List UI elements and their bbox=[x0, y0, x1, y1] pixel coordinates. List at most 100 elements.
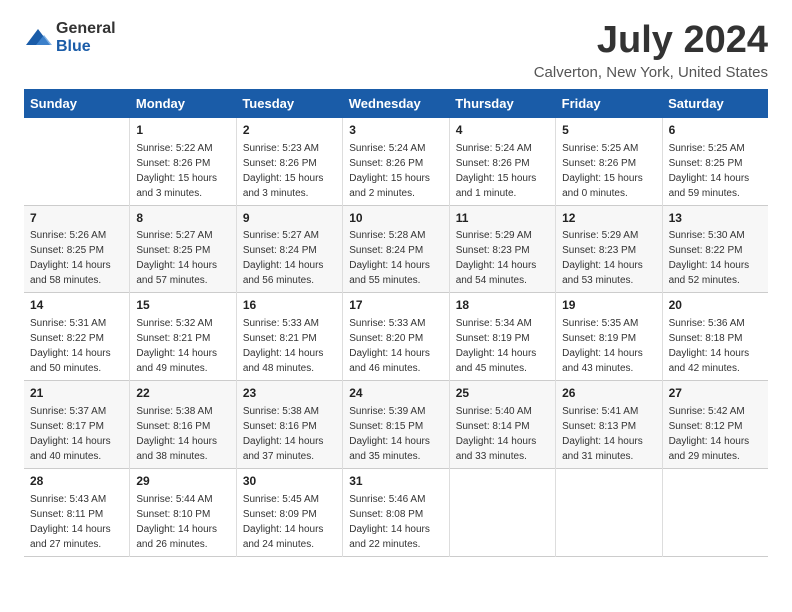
cell-text: Daylight: 14 hours bbox=[30, 346, 123, 361]
cell-text: Sunset: 8:09 PM bbox=[243, 507, 336, 522]
day-number: 1 bbox=[136, 122, 229, 139]
cell-text: Sunrise: 5:29 AM bbox=[562, 228, 655, 243]
day-number: 13 bbox=[669, 210, 762, 227]
subtitle: Calverton, New York, United States bbox=[534, 64, 768, 81]
cell-text: and 35 minutes. bbox=[349, 449, 442, 464]
cell-text: Daylight: 15 hours bbox=[243, 171, 336, 186]
cell-text: Sunrise: 5:29 AM bbox=[456, 228, 549, 243]
day-number: 15 bbox=[136, 297, 229, 314]
cell-text: Daylight: 15 hours bbox=[562, 171, 655, 186]
cell-week4-day0: 21Sunrise: 5:37 AMSunset: 8:17 PMDayligh… bbox=[24, 381, 130, 469]
cell-text: and 22 minutes. bbox=[349, 537, 442, 552]
cell-week4-day4: 25Sunrise: 5:40 AMSunset: 8:14 PMDayligh… bbox=[449, 381, 555, 469]
cell-text: Daylight: 14 hours bbox=[136, 346, 229, 361]
day-number: 14 bbox=[30, 297, 123, 314]
day-number: 10 bbox=[349, 210, 442, 227]
day-number: 5 bbox=[562, 122, 655, 139]
cell-week1-day2: 2Sunrise: 5:23 AMSunset: 8:26 PMDaylight… bbox=[236, 118, 342, 205]
cell-text: Daylight: 14 hours bbox=[349, 258, 442, 273]
cell-text: Sunset: 8:21 PM bbox=[136, 331, 229, 346]
cell-text: Daylight: 14 hours bbox=[243, 346, 336, 361]
cell-text: and 55 minutes. bbox=[349, 273, 442, 288]
cell-text: Daylight: 14 hours bbox=[243, 258, 336, 273]
cell-text: Sunrise: 5:27 AM bbox=[136, 228, 229, 243]
cell-text: Sunrise: 5:26 AM bbox=[30, 228, 123, 243]
cell-text: and 56 minutes. bbox=[243, 273, 336, 288]
cell-text: Sunrise: 5:35 AM bbox=[562, 316, 655, 331]
cell-text: Sunrise: 5:34 AM bbox=[456, 316, 549, 331]
cell-text: and 40 minutes. bbox=[30, 449, 123, 464]
day-number: 22 bbox=[136, 385, 229, 402]
cell-text: Sunset: 8:26 PM bbox=[243, 156, 336, 171]
cell-text: and 27 minutes. bbox=[30, 537, 123, 552]
cell-text: Sunset: 8:24 PM bbox=[349, 243, 442, 258]
day-number: 9 bbox=[243, 210, 336, 227]
cell-text: and 48 minutes. bbox=[243, 361, 336, 376]
cell-week1-day3: 3Sunrise: 5:24 AMSunset: 8:26 PMDaylight… bbox=[343, 118, 449, 205]
cell-text: Sunrise: 5:37 AM bbox=[30, 404, 123, 419]
cell-text: and 50 minutes. bbox=[30, 361, 123, 376]
cell-week1-day4: 4Sunrise: 5:24 AMSunset: 8:26 PMDaylight… bbox=[449, 118, 555, 205]
cell-text: and 3 minutes. bbox=[136, 186, 229, 201]
cell-text: Sunset: 8:19 PM bbox=[456, 331, 549, 346]
day-number: 27 bbox=[669, 385, 762, 402]
cell-text: Daylight: 14 hours bbox=[562, 258, 655, 273]
cell-text: Daylight: 15 hours bbox=[456, 171, 549, 186]
cell-week1-day5: 5Sunrise: 5:25 AMSunset: 8:26 PMDaylight… bbox=[556, 118, 662, 205]
cell-text: and 43 minutes. bbox=[562, 361, 655, 376]
calendar-table: SundayMondayTuesdayWednesdayThursdayFrid… bbox=[24, 89, 768, 557]
cell-text: and 38 minutes. bbox=[136, 449, 229, 464]
cell-text: and 59 minutes. bbox=[669, 186, 762, 201]
header-tuesday: Tuesday bbox=[236, 89, 342, 118]
page-header: General Blue July 2024 Calverton, New Yo… bbox=[24, 20, 768, 81]
cell-week5-day2: 30Sunrise: 5:45 AMSunset: 8:09 PMDayligh… bbox=[236, 468, 342, 556]
logo-text-general: General bbox=[56, 20, 116, 37]
cell-text: and 31 minutes. bbox=[562, 449, 655, 464]
cell-text: and 29 minutes. bbox=[669, 449, 762, 464]
cell-text: Sunrise: 5:27 AM bbox=[243, 228, 336, 243]
cell-text: Sunset: 8:15 PM bbox=[349, 419, 442, 434]
cell-week2-day6: 13Sunrise: 5:30 AMSunset: 8:22 PMDayligh… bbox=[662, 205, 768, 293]
cell-week4-day5: 26Sunrise: 5:41 AMSunset: 8:13 PMDayligh… bbox=[556, 381, 662, 469]
cell-text: Daylight: 14 hours bbox=[30, 434, 123, 449]
cell-text: Sunset: 8:18 PM bbox=[669, 331, 762, 346]
cell-text: and 46 minutes. bbox=[349, 361, 442, 376]
header-sunday: Sunday bbox=[24, 89, 130, 118]
logo-text-blue: Blue bbox=[56, 38, 91, 55]
cell-text: and 24 minutes. bbox=[243, 537, 336, 552]
cell-text: Daylight: 14 hours bbox=[349, 434, 442, 449]
cell-text: Sunset: 8:26 PM bbox=[562, 156, 655, 171]
cell-text: Sunset: 8:10 PM bbox=[136, 507, 229, 522]
cell-text: Daylight: 15 hours bbox=[349, 171, 442, 186]
cell-text: Sunrise: 5:33 AM bbox=[349, 316, 442, 331]
day-number: 7 bbox=[30, 210, 123, 227]
cell-text: Daylight: 14 hours bbox=[30, 258, 123, 273]
cell-text: and 2 minutes. bbox=[349, 186, 442, 201]
cell-text: Sunset: 8:17 PM bbox=[30, 419, 123, 434]
day-number: 18 bbox=[456, 297, 549, 314]
cell-text: Sunset: 8:22 PM bbox=[669, 243, 762, 258]
day-number: 24 bbox=[349, 385, 442, 402]
cell-text: Daylight: 14 hours bbox=[669, 171, 762, 186]
cell-text: Sunrise: 5:28 AM bbox=[349, 228, 442, 243]
cell-text: Daylight: 14 hours bbox=[349, 522, 442, 537]
main-title: July 2024 bbox=[534, 20, 768, 62]
cell-week3-day1: 15Sunrise: 5:32 AMSunset: 8:21 PMDayligh… bbox=[130, 293, 236, 381]
cell-text: and 57 minutes. bbox=[136, 273, 229, 288]
cell-text: Daylight: 14 hours bbox=[243, 434, 336, 449]
calendar-header-row: SundayMondayTuesdayWednesdayThursdayFrid… bbox=[24, 89, 768, 118]
day-number: 25 bbox=[456, 385, 549, 402]
cell-text: and 54 minutes. bbox=[456, 273, 549, 288]
cell-text: Sunrise: 5:40 AM bbox=[456, 404, 549, 419]
cell-text: Sunset: 8:25 PM bbox=[136, 243, 229, 258]
cell-text: Sunrise: 5:45 AM bbox=[243, 492, 336, 507]
day-number: 12 bbox=[562, 210, 655, 227]
day-number: 4 bbox=[456, 122, 549, 139]
cell-text: Sunset: 8:16 PM bbox=[243, 419, 336, 434]
cell-text: Sunset: 8:22 PM bbox=[30, 331, 123, 346]
cell-text: and 1 minute. bbox=[456, 186, 549, 201]
cell-text: and 26 minutes. bbox=[136, 537, 229, 552]
day-number: 30 bbox=[243, 473, 336, 490]
cell-text: and 37 minutes. bbox=[243, 449, 336, 464]
cell-week2-day2: 9Sunrise: 5:27 AMSunset: 8:24 PMDaylight… bbox=[236, 205, 342, 293]
